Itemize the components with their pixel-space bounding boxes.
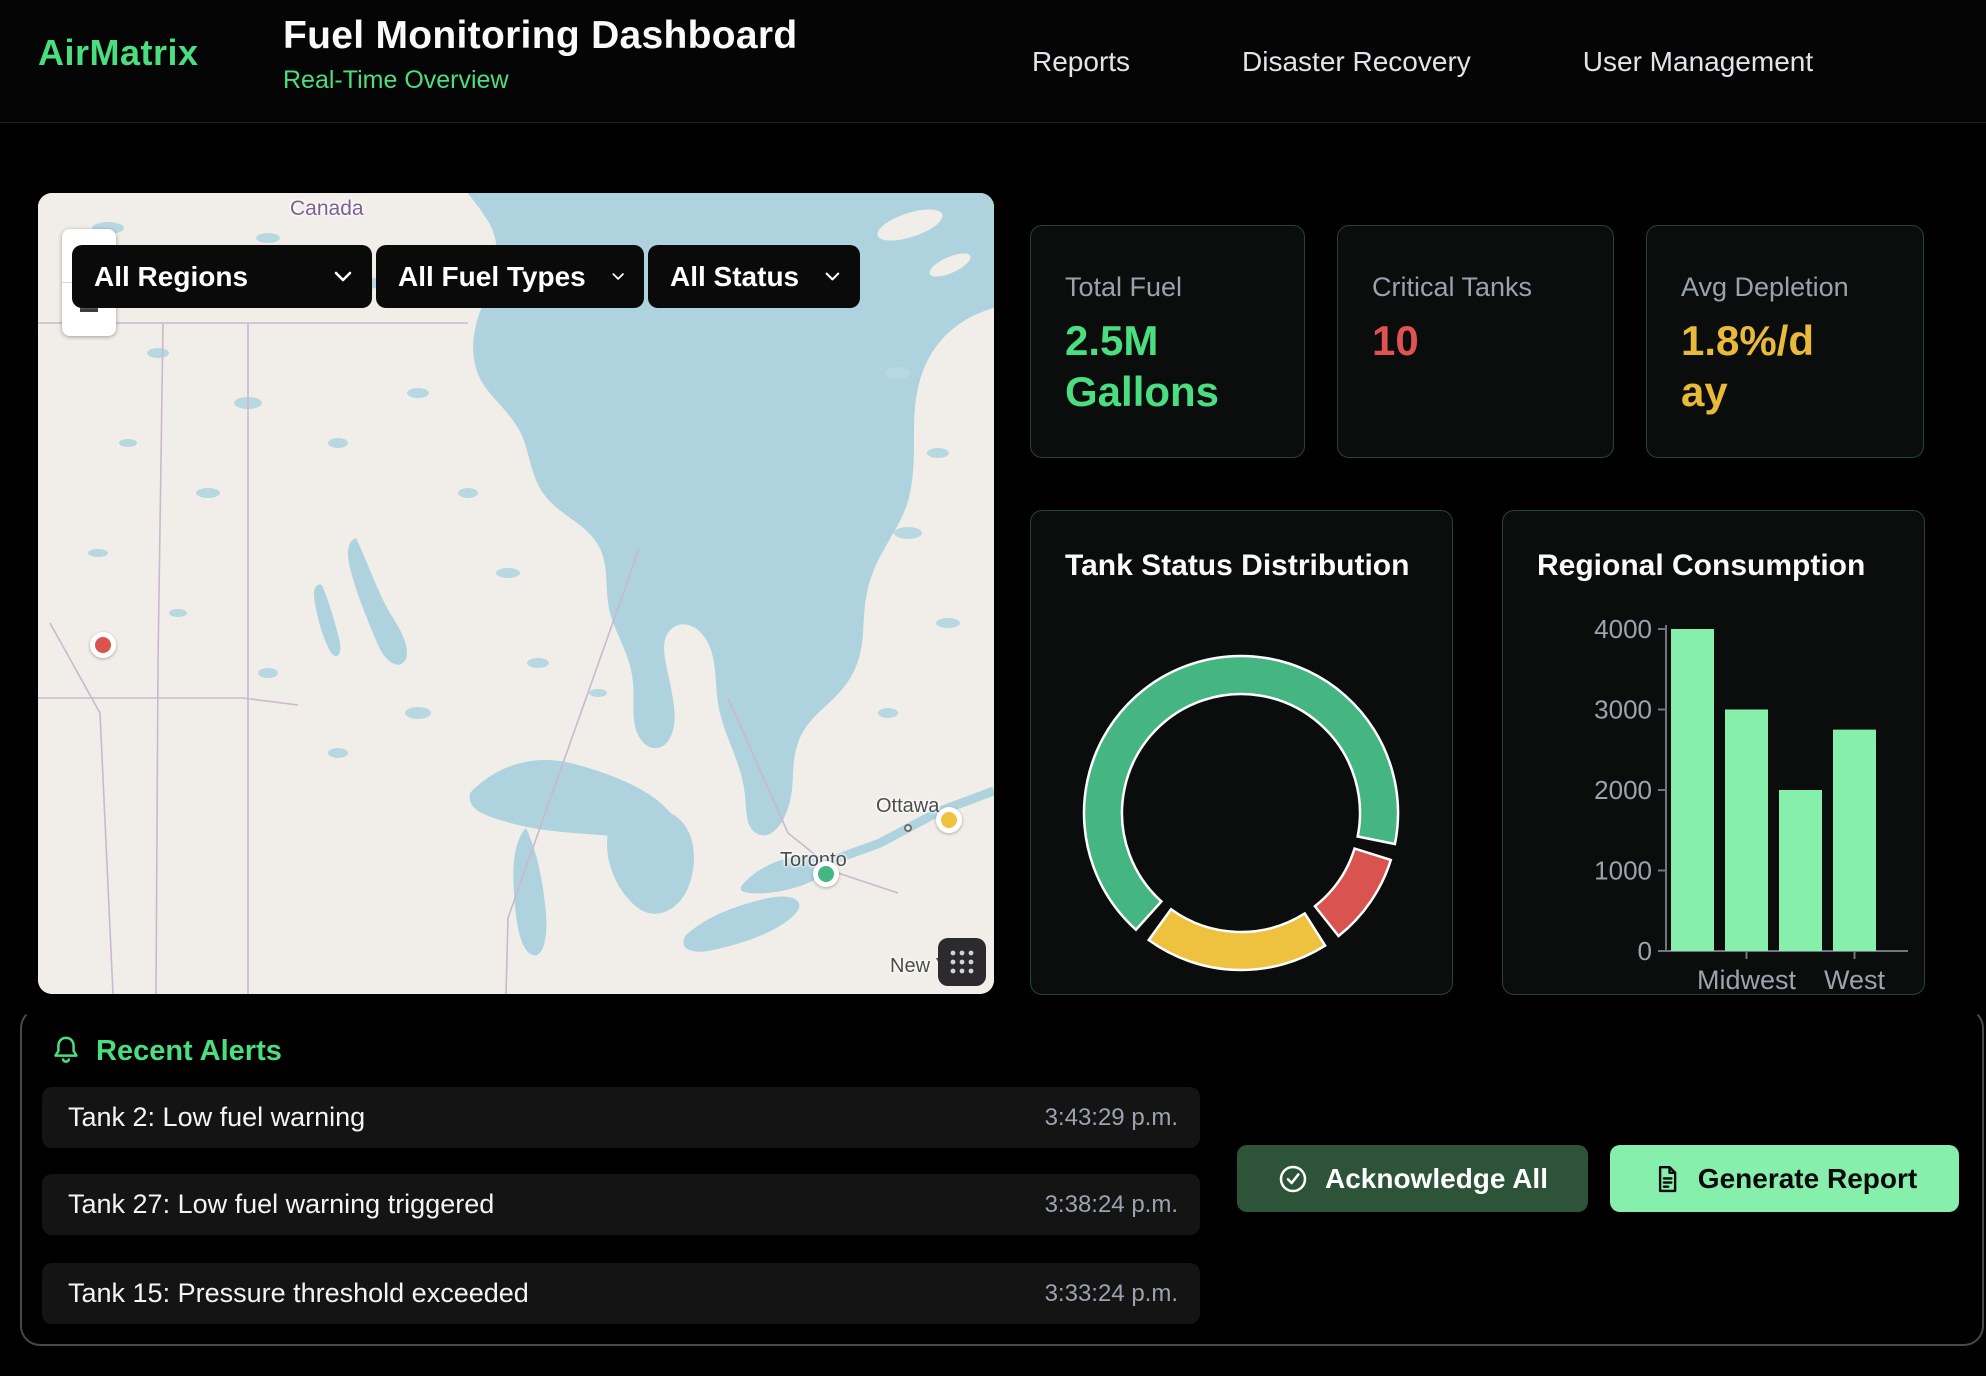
alert-timestamp: 3:43:29 p.m. [1045, 1104, 1178, 1132]
regional-consumption-title: Regional Consumption [1537, 549, 1865, 583]
chevron-down-icon [825, 271, 840, 282]
filter-fuel-types-select[interactable]: All Fuel Types [376, 245, 644, 308]
kpi-label: Avg Depletion [1681, 272, 1889, 303]
kpi-value: 2.5M Gallons [1065, 315, 1270, 417]
acknowledge-all-label: Acknowledge All [1325, 1163, 1548, 1195]
alerts-panel: Recent Alerts Tank 2: Low fuel warning 3… [20, 1008, 1984, 1346]
tank-marker-critical[interactable] [90, 632, 116, 658]
nav-item-user-management[interactable]: User Management [1583, 46, 1813, 78]
kpi-card-avg-depletion: Avg Depletion 1.8%/day [1646, 225, 1924, 458]
brand-logo: AirMatrix [38, 32, 199, 74]
filter-regions-select[interactable]: All Regions [72, 245, 372, 308]
ottawa-city-dot [904, 824, 912, 832]
alert-row[interactable]: Tank 15: Pressure threshold exceeded 3:3… [42, 1263, 1200, 1324]
bar-Midwest[interactable] [1725, 710, 1768, 952]
tank-status-panel: Tank Status Distribution [1030, 510, 1453, 995]
kpi-card-total-fuel: Total Fuel 2.5M Gallons [1030, 225, 1305, 458]
alert-row[interactable]: Tank 27: Low fuel warning triggered 3:38… [42, 1174, 1200, 1235]
y-tick-label: 3000 [1594, 695, 1652, 725]
map-filters: All Regions All Fuel Types All Status [72, 245, 860, 308]
alert-text: Tank 15: Pressure threshold exceeded [68, 1278, 529, 1309]
regional-consumption-panel: Regional Consumption 0 1000 2000 3000 4000 Mi… [1502, 510, 1925, 995]
filter-status-select[interactable]: All Status [648, 245, 860, 308]
x-tick-label: West [1824, 965, 1886, 995]
page-title: Fuel Monitoring Dashboard [283, 14, 797, 58]
chevron-down-icon [612, 271, 624, 282]
y-tick-label: 2000 [1594, 775, 1652, 805]
kpi-value: 1.8%/day [1681, 315, 1816, 417]
alert-text: Tank 2: Low fuel warning [68, 1102, 365, 1133]
nav-item-reports[interactable]: Reports [1032, 46, 1130, 78]
regional-consumption-bar-chart[interactable]: 0 1000 2000 3000 4000 Midwest West [1503, 511, 1926, 996]
generate-report-button[interactable]: Generate Report [1610, 1145, 1959, 1212]
bar-West[interactable] [1833, 730, 1876, 951]
check-circle-icon [1277, 1163, 1309, 1195]
kpi-value: 10 [1372, 315, 1577, 366]
alert-timestamp: 3:38:24 p.m. [1045, 1191, 1178, 1219]
alert-timestamp: 3:33:24 p.m. [1045, 1280, 1178, 1308]
y-tick-label: 0 [1638, 936, 1652, 966]
alerts-title: Recent Alerts [96, 1035, 282, 1068]
y-tick-label: 1000 [1594, 856, 1652, 886]
alert-text: Tank 27: Low fuel warning triggered [68, 1189, 494, 1220]
file-text-icon [1652, 1164, 1682, 1194]
bar-region-1[interactable] [1671, 629, 1714, 951]
y-tick-label: 4000 [1594, 614, 1652, 644]
page-subtitle: Real-Time Overview [283, 66, 797, 95]
alert-row[interactable]: Tank 2: Low fuel warning 3:43:29 p.m. [42, 1087, 1200, 1148]
map-label-ottawa: Ottawa [876, 795, 939, 818]
drag-handle-icon[interactable] [938, 938, 986, 986]
donut-segment-warning[interactable] [1149, 909, 1325, 970]
kpi-label: Critical Tanks [1372, 272, 1579, 303]
tank-marker-warning[interactable] [936, 807, 962, 833]
tank-status-title: Tank Status Distribution [1065, 549, 1409, 583]
map-label-canada: Canada [290, 197, 364, 221]
map-canvas[interactable] [38, 193, 994, 994]
filter-regions-value: All Regions [94, 261, 248, 293]
app-header: AirMatrix Fuel Monitoring Dashboard Real… [0, 0, 1986, 123]
nav-item-disaster-recovery[interactable]: Disaster Recovery [1242, 46, 1471, 78]
title-block: Fuel Monitoring Dashboard Real-Time Over… [283, 14, 797, 95]
x-tick-label: Midwest [1697, 965, 1797, 995]
chevron-down-icon [334, 271, 352, 282]
main-nav: Reports Disaster Recovery User Managemen… [1032, 0, 1813, 123]
filter-status-value: All Status [670, 261, 799, 293]
acknowledge-all-button[interactable]: Acknowledge All [1237, 1145, 1588, 1212]
donut-segment-critical[interactable] [1315, 849, 1391, 936]
map-panel[interactable]: Canada Ottawa Toronto New York + − All R… [38, 193, 994, 994]
kpi-label: Total Fuel [1065, 272, 1270, 303]
tank-marker-normal[interactable] [813, 861, 839, 887]
alerts-header: Recent Alerts [50, 1034, 282, 1068]
filter-fuel-types-value: All Fuel Types [398, 261, 586, 293]
bar-region-3[interactable] [1779, 790, 1822, 951]
kpi-card-critical-tanks: Critical Tanks 10 [1337, 225, 1614, 458]
generate-report-label: Generate Report [1698, 1163, 1917, 1195]
bell-icon [50, 1034, 82, 1068]
tank-status-donut-chart[interactable] [1031, 511, 1454, 996]
